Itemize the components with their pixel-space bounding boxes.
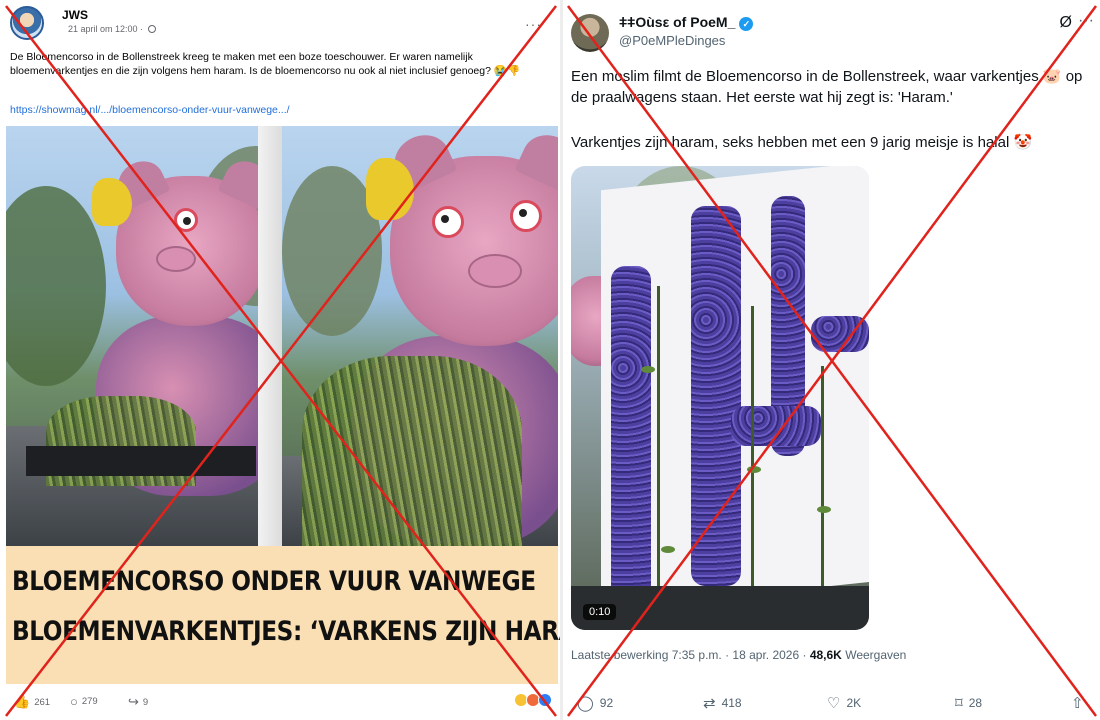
reply-count: 92 xyxy=(599,696,614,710)
reply-button[interactable]: ◯ 92 xyxy=(577,694,613,712)
share-button[interactable]: ↪ 9 xyxy=(128,694,148,710)
grok-icon[interactable]: Ø xyxy=(1060,14,1072,32)
like-count: 2K xyxy=(846,696,862,710)
video-duration: 0:10 xyxy=(583,604,617,620)
photo-right xyxy=(282,126,558,546)
headline-banner: BLOEMENCORSO ONDER VUUR VANWEGE BLOEMENV… xyxy=(6,546,608,684)
post-image[interactable] xyxy=(6,126,558,546)
tweet-actions: ◯ 92 ⇄ 418 ♡ 2K ⌑ 28 ⇧ xyxy=(571,692,1091,716)
headline-line-2: BLOEMENVARKENTJES: ‘VARKENS ZIJN HARAM’ xyxy=(12,616,608,647)
like-button[interactable]: ♡ 2K xyxy=(827,694,861,712)
edited-timestamp[interactable]: Laatste bewerking 7:35 p.m. · 18 apr. 20… xyxy=(571,648,806,662)
view-count: 48,6K xyxy=(809,648,842,662)
x-post: ǂǂOùsε of PoeM_ ✓ @P0eMPleDinges Ø ··· Ee… xyxy=(563,0,1100,720)
verified-icon: ✓ xyxy=(739,17,754,31)
like-icon: ♡ xyxy=(827,695,841,712)
facebook-post: JWS 21 april om 12:00 · ··· De Bloemenco… xyxy=(0,0,608,720)
tweet-video[interactable]: 0:10 xyxy=(571,166,869,630)
tweet-text-paragraph-1: Een moslim filmt de Bloemencorso in de B… xyxy=(571,68,1083,106)
post-body: De Bloemencorso in de Bollenstreek kreeg… xyxy=(10,51,521,77)
tweet-meta: Laatste bewerking 7:35 p.m. · 18 apr. 20… xyxy=(571,648,906,662)
more-icon[interactable]: ··· xyxy=(525,16,542,32)
comment-button[interactable]: ○ 279 xyxy=(70,694,98,709)
post-date[interactable]: 21 april om 12:00 · xyxy=(68,24,156,34)
author-name[interactable]: JWS xyxy=(62,8,88,22)
author-display-name[interactable]: ǂǂOùsε of PoeM_ ✓ xyxy=(619,14,754,31)
globe-icon xyxy=(147,25,156,33)
comment-icon: ○ xyxy=(70,694,78,709)
bookmark-button[interactable]: ⌑ 28 xyxy=(955,694,982,712)
like-reaction-icon xyxy=(538,693,552,707)
photo-left xyxy=(6,126,282,546)
share-count: 9 xyxy=(142,696,149,708)
like-icon: 👍 xyxy=(14,694,31,709)
reactions-summary[interactable] xyxy=(514,693,552,707)
headline-line-1: BLOEMENCORSO ONDER VUUR VANWEGE xyxy=(12,566,536,597)
share-icon: ↪ xyxy=(128,694,139,709)
post-header: JWS 21 april om 12:00 · ··· xyxy=(6,4,556,44)
post-actions: 👍 261 ○ 279 ↪ 9 xyxy=(6,690,556,716)
article-link[interactable]: https://showmag.nl/.../bloemencorso-onde… xyxy=(10,104,290,116)
like-button[interactable]: 👍 261 xyxy=(14,694,50,710)
repost-count: 418 xyxy=(721,696,742,710)
author-avatar[interactable] xyxy=(10,6,44,40)
repost-icon: ⇄ xyxy=(703,695,716,712)
like-count: 261 xyxy=(34,696,51,708)
tweet-text-paragraph-2: Varkentjes zijn haram, seks hebben met e… xyxy=(571,134,1033,151)
repost-button[interactable]: ⇄ 418 xyxy=(703,694,742,712)
bookmark-count: 28 xyxy=(968,696,983,710)
author-avatar[interactable] xyxy=(571,14,609,52)
views-label: Weergaven xyxy=(845,648,907,662)
bookmark-icon: ⌑ xyxy=(955,695,963,712)
author-handle[interactable]: @P0eMPleDinges xyxy=(619,33,725,48)
post-date-text: 21 april om 12:00 · xyxy=(68,24,144,34)
comment-count: 279 xyxy=(81,696,98,707)
share-icon: ⇧ xyxy=(1071,695,1084,712)
more-icon[interactable]: ··· xyxy=(1078,12,1094,30)
author-display-name-text: ǂǂOùsε of PoeM_ xyxy=(619,14,736,30)
reply-icon: ◯ xyxy=(577,695,594,712)
share-button[interactable]: ⇧ xyxy=(1071,694,1084,712)
